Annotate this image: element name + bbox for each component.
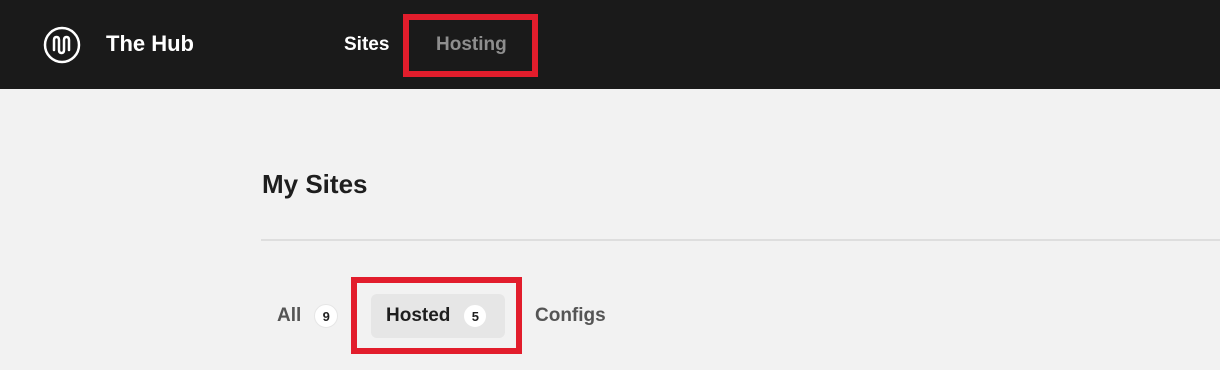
nav-item-sites[interactable]: Sites (344, 33, 389, 57)
count-badge: 5 (463, 304, 488, 328)
tab-label: Configs (535, 305, 606, 326)
tab-all[interactable]: All 9 (277, 294, 339, 338)
hub-logo-icon[interactable] (43, 26, 81, 64)
count-badge: 9 (314, 304, 339, 328)
brand-name[interactable]: The Hub (106, 30, 194, 58)
nav-item-hosting[interactable]: Hosting (436, 33, 507, 57)
tab-label: All (277, 305, 302, 326)
top-navigation-bar: The Hub Sites Hosting (0, 0, 1220, 89)
tab-label: Hosted (386, 305, 451, 326)
divider (261, 239, 1220, 241)
page-title: My Sites (262, 169, 368, 199)
tab-hosted[interactable]: Hosted 5 (371, 294, 505, 338)
tab-configs[interactable]: Configs (535, 294, 606, 338)
